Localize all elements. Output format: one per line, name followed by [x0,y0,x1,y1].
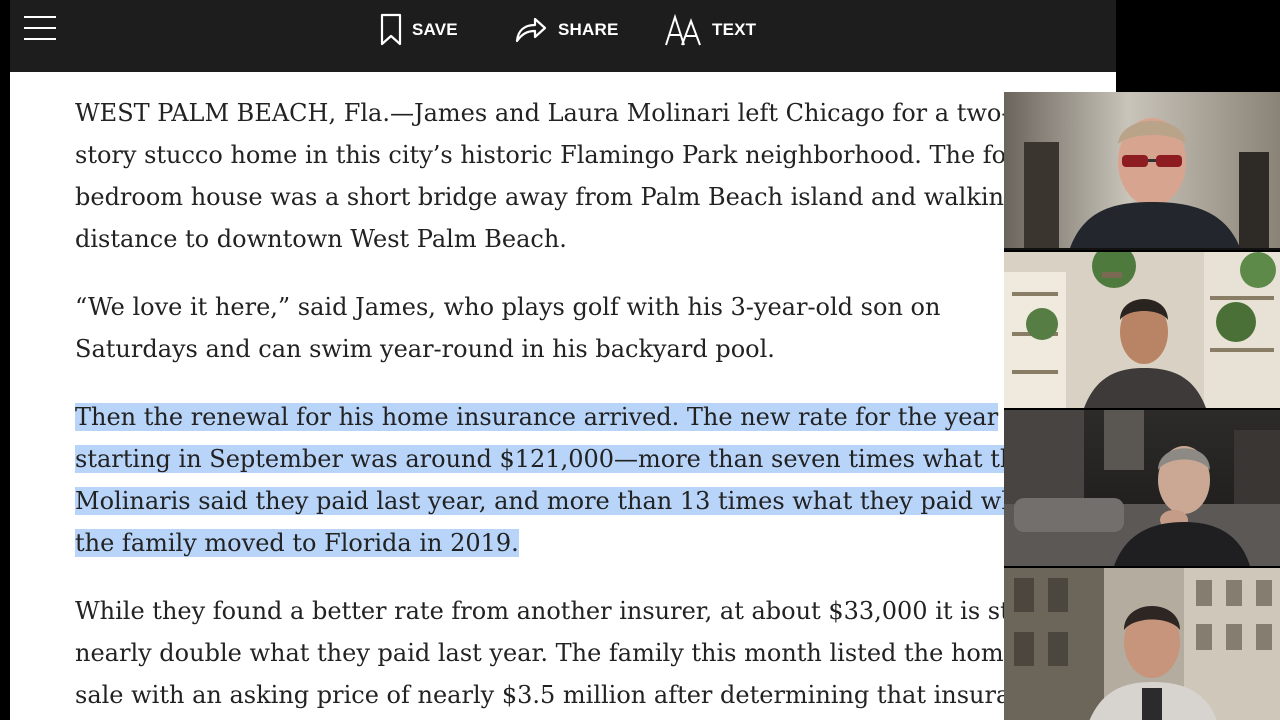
save-button[interactable]: SAVE [380,10,458,50]
share-label: SHARE [558,20,619,39]
text-line: WEST PALM BEACH, Fla.—James and Laura Mo… [75,99,1010,127]
participant-video-frame [1004,568,1280,720]
text-line: Saturdays and can swim year-round in his… [75,335,775,363]
article-toolbar: SAVE SHARE TEXT [10,0,1116,72]
article-paragraph: WEST PALM BEACH, Fla.—James and Laura Mo… [75,92,1115,260]
participant-video-frame [1004,252,1280,408]
participant-video-tile[interactable] [1004,92,1280,248]
text-line: distance to downtown West Palm Beach. [75,225,567,253]
video-participants-panel [1004,92,1280,720]
text-line: While they found a better rate from anot… [75,597,1026,625]
participant-video-tile[interactable] [1004,250,1280,408]
share-arrow-icon [515,17,547,43]
selection-highlight: starting in September was around $121,00… [75,445,1030,473]
selected-text-line: the family moved to Florida in 2019. [75,522,1115,564]
text-line: story stucco home in this city’s histori… [75,141,1022,169]
selected-text-line: starting in September was around $121,00… [75,438,1115,480]
selected-text-line: Molinaris said they paid last year, and … [75,480,1115,522]
selection-highlight: the family moved to Florida in 2019. [75,529,519,557]
participant-video-frame [1004,410,1280,566]
article-frame: SAVE SHARE TEXT WEST PALM BEACH, Fla.—Ja… [10,0,1116,720]
text-line: sale with an asking price of nearly $3.5… [75,681,1026,709]
article-paragraph: “We love it here,” said James, who plays… [75,286,1115,370]
selection-highlight: Then the renewal for his home insurance … [75,403,999,431]
text-label: TEXT [712,20,757,39]
save-label: SAVE [412,20,458,39]
selected-text-line: Then the renewal for his home insurance … [75,396,1115,438]
article-body: WEST PALM BEACH, Fla.—James and Laura Mo… [75,92,1115,720]
text-line: nearly double what they paid last year. … [75,639,1018,667]
hamburger-menu-icon[interactable] [24,14,56,42]
participant-video-frame [1004,92,1280,248]
participant-video-tile[interactable] [1004,566,1280,720]
selection-highlight: Molinaris said they paid last year, and … [75,487,1031,515]
participant-video-tile[interactable] [1004,408,1280,566]
share-button[interactable]: SHARE [514,10,619,50]
bookmark-icon [380,13,402,46]
article-paragraph: While they found a better rate from anot… [75,590,1115,716]
text-size-button[interactable]: TEXT [664,10,756,50]
selected-paragraph[interactable]: Then the renewal for his home insurance … [75,396,1115,564]
text-line: “We love it here,” said James, who plays… [75,293,941,321]
text-size-icon [665,13,701,46]
text-line: bedroom house was a short bridge away fr… [75,183,1020,211]
